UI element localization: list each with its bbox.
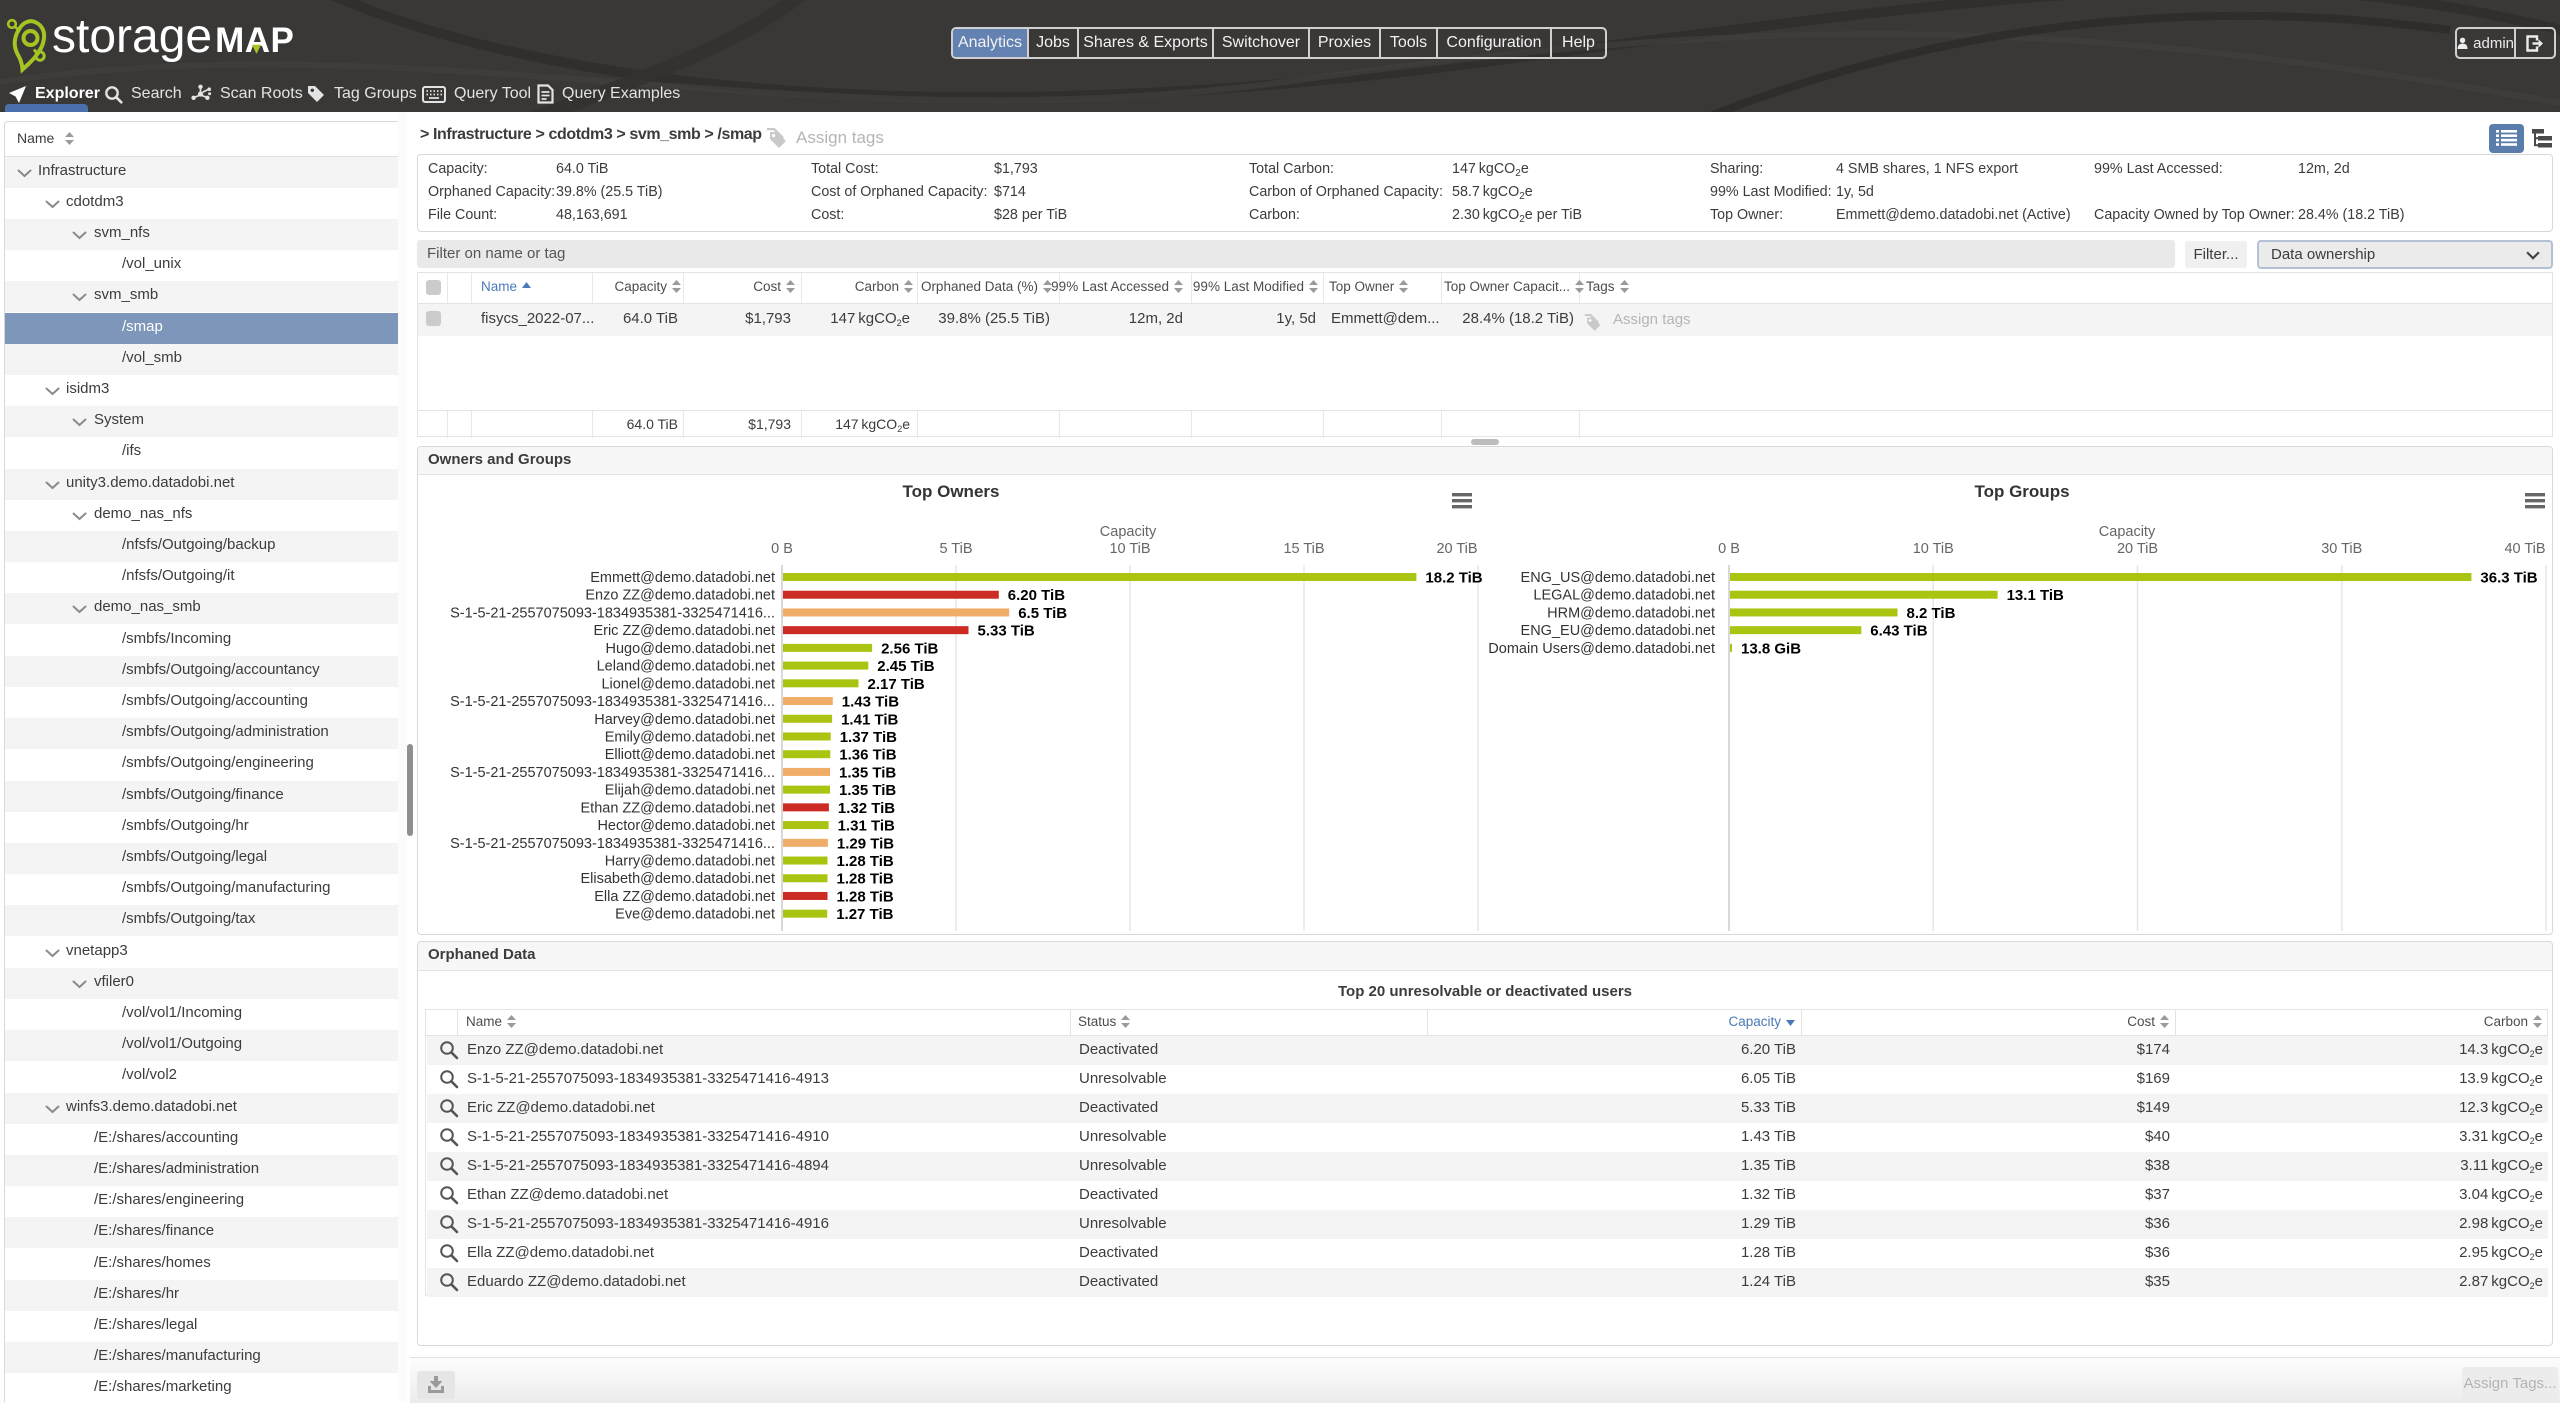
- svg-text:Emily@demo.datadobi.net: Emily@demo.datadobi.net: [605, 729, 775, 745]
- svg-text:5.33 TiB: 5.33 TiB: [978, 623, 1035, 640]
- svg-text:HRM@demo.datadobi.net: HRM@demo.datadobi.net: [1547, 605, 1715, 621]
- svg-text:6.43 TiB: 6.43 TiB: [1870, 623, 1927, 640]
- svg-text:S-1-5-21-2557075093-1834935381: S-1-5-21-2557075093-1834935381-332547141…: [450, 694, 775, 710]
- svg-text:LEGAL@demo.datadobi.net: LEGAL@demo.datadobi.net: [1533, 588, 1715, 604]
- svg-text:10 TiB: 10 TiB: [1109, 541, 1150, 557]
- svg-text:20 TiB: 20 TiB: [1436, 541, 1477, 557]
- svg-text:1.43 TiB: 1.43 TiB: [842, 694, 899, 711]
- svg-text:10 TiB: 10 TiB: [1913, 541, 1954, 557]
- svg-text:Top Owners: Top Owners: [903, 482, 1000, 501]
- svg-text:8.2 TiB: 8.2 TiB: [1907, 605, 1956, 622]
- svg-text:0 B: 0 B: [771, 541, 793, 557]
- svg-text:2.56 TiB: 2.56 TiB: [881, 640, 938, 657]
- svg-text:S-1-5-21-2557075093-1834935381: S-1-5-21-2557075093-1834935381-332547141…: [450, 765, 775, 781]
- svg-text:13.8 GiB: 13.8 GiB: [1741, 640, 1801, 657]
- svg-text:2.45 TiB: 2.45 TiB: [877, 658, 934, 675]
- svg-text:Top Groups: Top Groups: [1974, 482, 2069, 501]
- svg-text:S-1-5-21-2557075093-1834935381: S-1-5-21-2557075093-1834935381-332547141…: [450, 836, 775, 852]
- svg-text:1.32 TiB: 1.32 TiB: [838, 800, 895, 817]
- svg-text:1.28 TiB: 1.28 TiB: [837, 888, 894, 905]
- svg-text:Domain Users@demo.datadobi.net: Domain Users@demo.datadobi.net: [1488, 641, 1715, 657]
- svg-text:Eric ZZ@demo.datadobi.net: Eric ZZ@demo.datadobi.net: [593, 623, 775, 639]
- svg-text:5 TiB: 5 TiB: [939, 541, 972, 557]
- svg-text:Ella ZZ@demo.datadobi.net: Ella ZZ@demo.datadobi.net: [594, 889, 775, 905]
- svg-text:1.28 TiB: 1.28 TiB: [837, 871, 894, 888]
- svg-text:40 TiB: 40 TiB: [2504, 541, 2545, 557]
- svg-text:6.20 TiB: 6.20 TiB: [1008, 587, 1065, 604]
- svg-text:Eve@demo.datadobi.net: Eve@demo.datadobi.net: [615, 907, 775, 923]
- svg-text:1.41 TiB: 1.41 TiB: [841, 711, 898, 728]
- svg-text:Enzo ZZ@demo.datadobi.net: Enzo ZZ@demo.datadobi.net: [585, 588, 775, 604]
- svg-text:20 TiB: 20 TiB: [2117, 541, 2158, 557]
- svg-text:S-1-5-21-2557075093-1834935381: S-1-5-21-2557075093-1834935381-332547141…: [450, 605, 775, 621]
- svg-text:1.36 TiB: 1.36 TiB: [839, 747, 896, 764]
- svg-text:Capacity: Capacity: [2099, 524, 2156, 540]
- svg-text:6.5 TiB: 6.5 TiB: [1018, 605, 1067, 622]
- svg-text:Hector@demo.datadobi.net: Hector@demo.datadobi.net: [597, 818, 775, 834]
- svg-text:1.35 TiB: 1.35 TiB: [839, 764, 896, 781]
- svg-text:1.31 TiB: 1.31 TiB: [838, 818, 895, 835]
- svg-text:2.17 TiB: 2.17 TiB: [868, 676, 925, 693]
- svg-text:1.28 TiB: 1.28 TiB: [837, 853, 894, 870]
- svg-text:Harvey@demo.datadobi.net: Harvey@demo.datadobi.net: [594, 712, 775, 728]
- svg-text:30 TiB: 30 TiB: [2321, 541, 2362, 557]
- svg-text:ENG_EU@demo.datadobi.net: ENG_EU@demo.datadobi.net: [1521, 623, 1715, 639]
- svg-text:0 B: 0 B: [1718, 541, 1740, 557]
- svg-text:Lionel@demo.datadobi.net: Lionel@demo.datadobi.net: [601, 676, 775, 692]
- svg-text:Ethan ZZ@demo.datadobi.net: Ethan ZZ@demo.datadobi.net: [581, 800, 775, 816]
- svg-text:Emmett@demo.datadobi.net: Emmett@demo.datadobi.net: [590, 570, 775, 586]
- svg-text:13.1 TiB: 13.1 TiB: [2007, 587, 2064, 604]
- svg-text:18.2 TiB: 18.2 TiB: [1425, 570, 1482, 587]
- svg-text:1.29 TiB: 1.29 TiB: [837, 835, 894, 852]
- svg-text:1.37 TiB: 1.37 TiB: [840, 729, 897, 746]
- svg-text:1.27 TiB: 1.27 TiB: [836, 906, 893, 923]
- svg-text:Capacity: Capacity: [1100, 524, 1157, 540]
- svg-text:15 TiB: 15 TiB: [1283, 541, 1324, 557]
- svg-text:Harry@demo.datadobi.net: Harry@demo.datadobi.net: [605, 854, 775, 870]
- svg-text:Elisabeth@demo.datadobi.net: Elisabeth@demo.datadobi.net: [581, 871, 776, 887]
- svg-text:Hugo@demo.datadobi.net: Hugo@demo.datadobi.net: [605, 641, 775, 657]
- svg-text:1.35 TiB: 1.35 TiB: [839, 782, 896, 799]
- svg-text:Elijah@demo.datadobi.net: Elijah@demo.datadobi.net: [605, 783, 775, 799]
- svg-text:Leland@demo.datadobi.net: Leland@demo.datadobi.net: [597, 659, 775, 675]
- svg-text:ENG_US@demo.datadobi.net: ENG_US@demo.datadobi.net: [1521, 570, 1715, 586]
- svg-text:Elliott@demo.datadobi.net: Elliott@demo.datadobi.net: [605, 747, 775, 763]
- svg-text:36.3 TiB: 36.3 TiB: [2480, 570, 2537, 587]
